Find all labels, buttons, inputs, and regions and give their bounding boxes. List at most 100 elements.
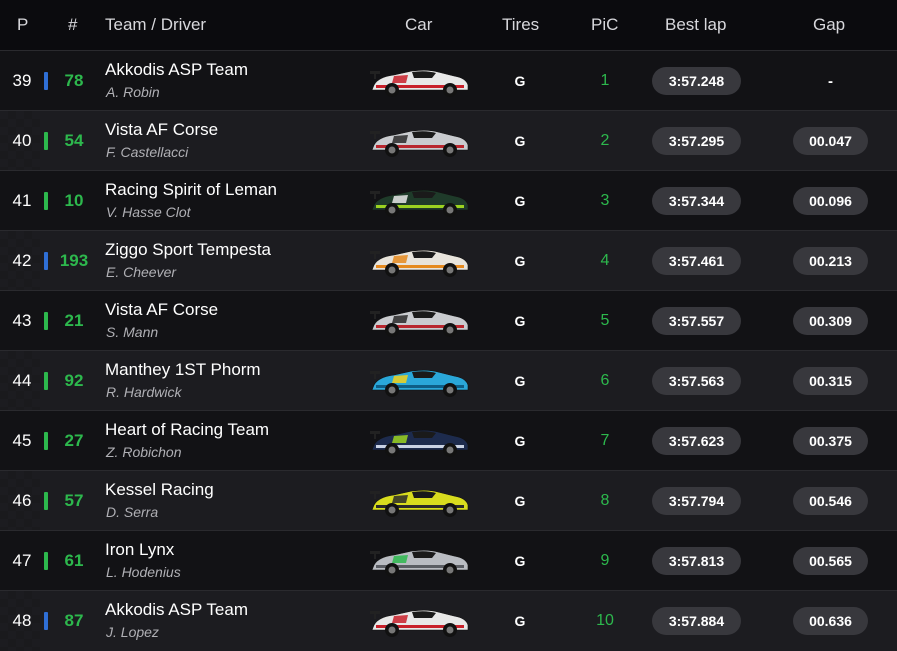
table-row[interactable]: 48 87 Akkodis ASP Team J. Lopez G 10 3:5… (0, 590, 897, 651)
lexus-red-white-car (368, 603, 472, 639)
row-team-name[interactable]: Vista AF Corse (105, 120, 218, 140)
row-car-number: 54 (64, 131, 84, 150)
header-best-lap: Best lap (665, 15, 727, 34)
row-driver-name[interactable]: E. Cheever (106, 264, 176, 280)
mercedes-silver-car (368, 543, 472, 579)
row-gap-badge: 00.309 (793, 307, 868, 335)
row-car-number: 87 (64, 611, 84, 630)
row-gap-badge: 00.096 (793, 187, 868, 215)
row-team-name[interactable]: Akkodis ASP Team (105, 600, 248, 620)
row-team-name[interactable]: Ziggo Sport Tempesta (105, 240, 271, 260)
row-driver-name[interactable]: R. Hardwick (106, 384, 181, 400)
row-team-name[interactable]: Manthey 1ST Phorm (105, 360, 261, 380)
row-gap: - (828, 72, 833, 90)
class-color-bar (44, 252, 48, 270)
row-gap-badge: 00.636 (793, 607, 868, 635)
row-tires: G (514, 253, 526, 269)
row-position-in-class: 5 (600, 312, 610, 329)
row-tires: G (514, 433, 526, 449)
table-row[interactable]: 45 27 Heart of Racing Team Z. Robichon G… (0, 410, 897, 471)
row-gap-badge: 00.047 (793, 127, 868, 155)
row-position-in-class: 9 (600, 552, 610, 569)
row-driver-name[interactable]: V. Hasse Clot (106, 204, 191, 220)
row-best-lap-badge: 3:57.623 (652, 427, 741, 455)
class-color-bar (44, 612, 48, 630)
row-best-lap-badge: 3:57.344 (652, 187, 741, 215)
row-team-name[interactable]: Kessel Racing (105, 480, 214, 500)
row-car-number: 61 (64, 551, 84, 570)
row-position-in-class: 1 (600, 72, 610, 89)
class-color-bar (44, 132, 48, 150)
table-row[interactable]: 47 61 Iron Lynx L. Hodenius G 9 3:57.813… (0, 530, 897, 591)
aston-martin-green-car (368, 183, 472, 219)
table-row[interactable]: 39 78 Akkodis ASP Team A. Robin G 1 3:57… (0, 50, 897, 111)
header-car-number: # (68, 15, 78, 34)
row-tires: G (514, 313, 526, 329)
table-row[interactable]: 40 54 Vista AF Corse F. Castellacci G 2 … (0, 110, 897, 171)
table-row[interactable]: 46 57 Kessel Racing D. Serra G 8 3:57.79… (0, 470, 897, 531)
row-best-lap-badge: 3:57.563 (652, 367, 741, 395)
header-gap: Gap (813, 15, 846, 34)
row-position: 48 (12, 611, 32, 630)
row-team-name[interactable]: Heart of Racing Team (105, 420, 269, 440)
row-team-name[interactable]: Iron Lynx (105, 540, 174, 560)
aston-martin-navy-car (368, 423, 472, 459)
row-driver-name[interactable]: Z. Robichon (106, 444, 181, 460)
ferrari-silver-car (368, 303, 472, 339)
header-tires: Tires (502, 15, 540, 34)
row-position-in-class: 7 (600, 432, 610, 449)
row-gap-badge: 00.375 (793, 427, 868, 455)
row-position-in-class: 10 (596, 612, 614, 629)
class-color-bar (44, 312, 48, 330)
row-tires: G (514, 493, 526, 509)
row-car-number: 10 (64, 191, 84, 210)
row-best-lap-badge: 3:57.248 (652, 67, 741, 95)
class-color-bar (44, 432, 48, 450)
row-team-name[interactable]: Racing Spirit of Leman (105, 180, 277, 200)
row-tires: G (514, 193, 526, 209)
row-driver-name[interactable]: F. Castellacci (106, 144, 188, 160)
row-car-number: 92 (64, 371, 84, 390)
row-driver-name[interactable]: J. Lopez (106, 624, 159, 640)
row-gap-badge: 00.315 (793, 367, 868, 395)
row-position: 43 (12, 311, 32, 330)
standings-table: P # Team / Driver Car Tires PiC Best lap… (0, 0, 897, 651)
row-position-in-class: 4 (600, 252, 610, 269)
table-row[interactable]: 44 92 Manthey 1ST Phorm R. Hardwick G 6 … (0, 350, 897, 411)
row-driver-name[interactable]: S. Mann (106, 324, 158, 340)
row-team-name[interactable]: Akkodis ASP Team (105, 60, 248, 80)
ferrari-silver-car (368, 123, 472, 159)
row-position: 44 (12, 371, 32, 390)
porsche-blue-car (368, 363, 472, 399)
row-car-number: 27 (64, 431, 84, 450)
row-best-lap-badge: 3:57.461 (652, 247, 741, 275)
row-car-number: 21 (64, 311, 84, 330)
row-car-number: 78 (64, 71, 84, 90)
row-driver-name[interactable]: D. Serra (106, 504, 158, 520)
table-row[interactable]: 42 193 Ziggo Sport Tempesta E. Cheever G… (0, 230, 897, 291)
class-color-bar (44, 492, 48, 510)
class-color-bar (44, 552, 48, 570)
row-best-lap-badge: 3:57.557 (652, 307, 741, 335)
class-color-bar (44, 192, 48, 210)
row-position: 40 (12, 131, 32, 150)
row-car-number: 193 (59, 251, 89, 270)
row-gap-badge: 00.565 (793, 547, 868, 575)
row-driver-name[interactable]: L. Hodenius (106, 564, 181, 580)
row-best-lap-badge: 3:57.884 (652, 607, 741, 635)
row-position: 47 (12, 551, 32, 570)
row-team-name[interactable]: Vista AF Corse (105, 300, 218, 320)
ferrari-yellow-car (368, 483, 472, 519)
table-row[interactable]: 41 10 Racing Spirit of Leman V. Hasse Cl… (0, 170, 897, 231)
row-driver-name[interactable]: A. Robin (106, 84, 160, 100)
row-position: 46 (12, 491, 32, 510)
table-row[interactable]: 43 21 Vista AF Corse S. Mann G 5 3:57.55… (0, 290, 897, 351)
row-best-lap-badge: 3:57.295 (652, 127, 741, 155)
row-position: 39 (12, 71, 32, 90)
class-color-bar (44, 72, 48, 90)
class-color-bar (44, 372, 48, 390)
header-position-in-class: PiC (591, 15, 619, 34)
row-position: 45 (12, 431, 32, 450)
row-tires: G (514, 133, 526, 149)
row-gap-badge: 00.546 (793, 487, 868, 515)
